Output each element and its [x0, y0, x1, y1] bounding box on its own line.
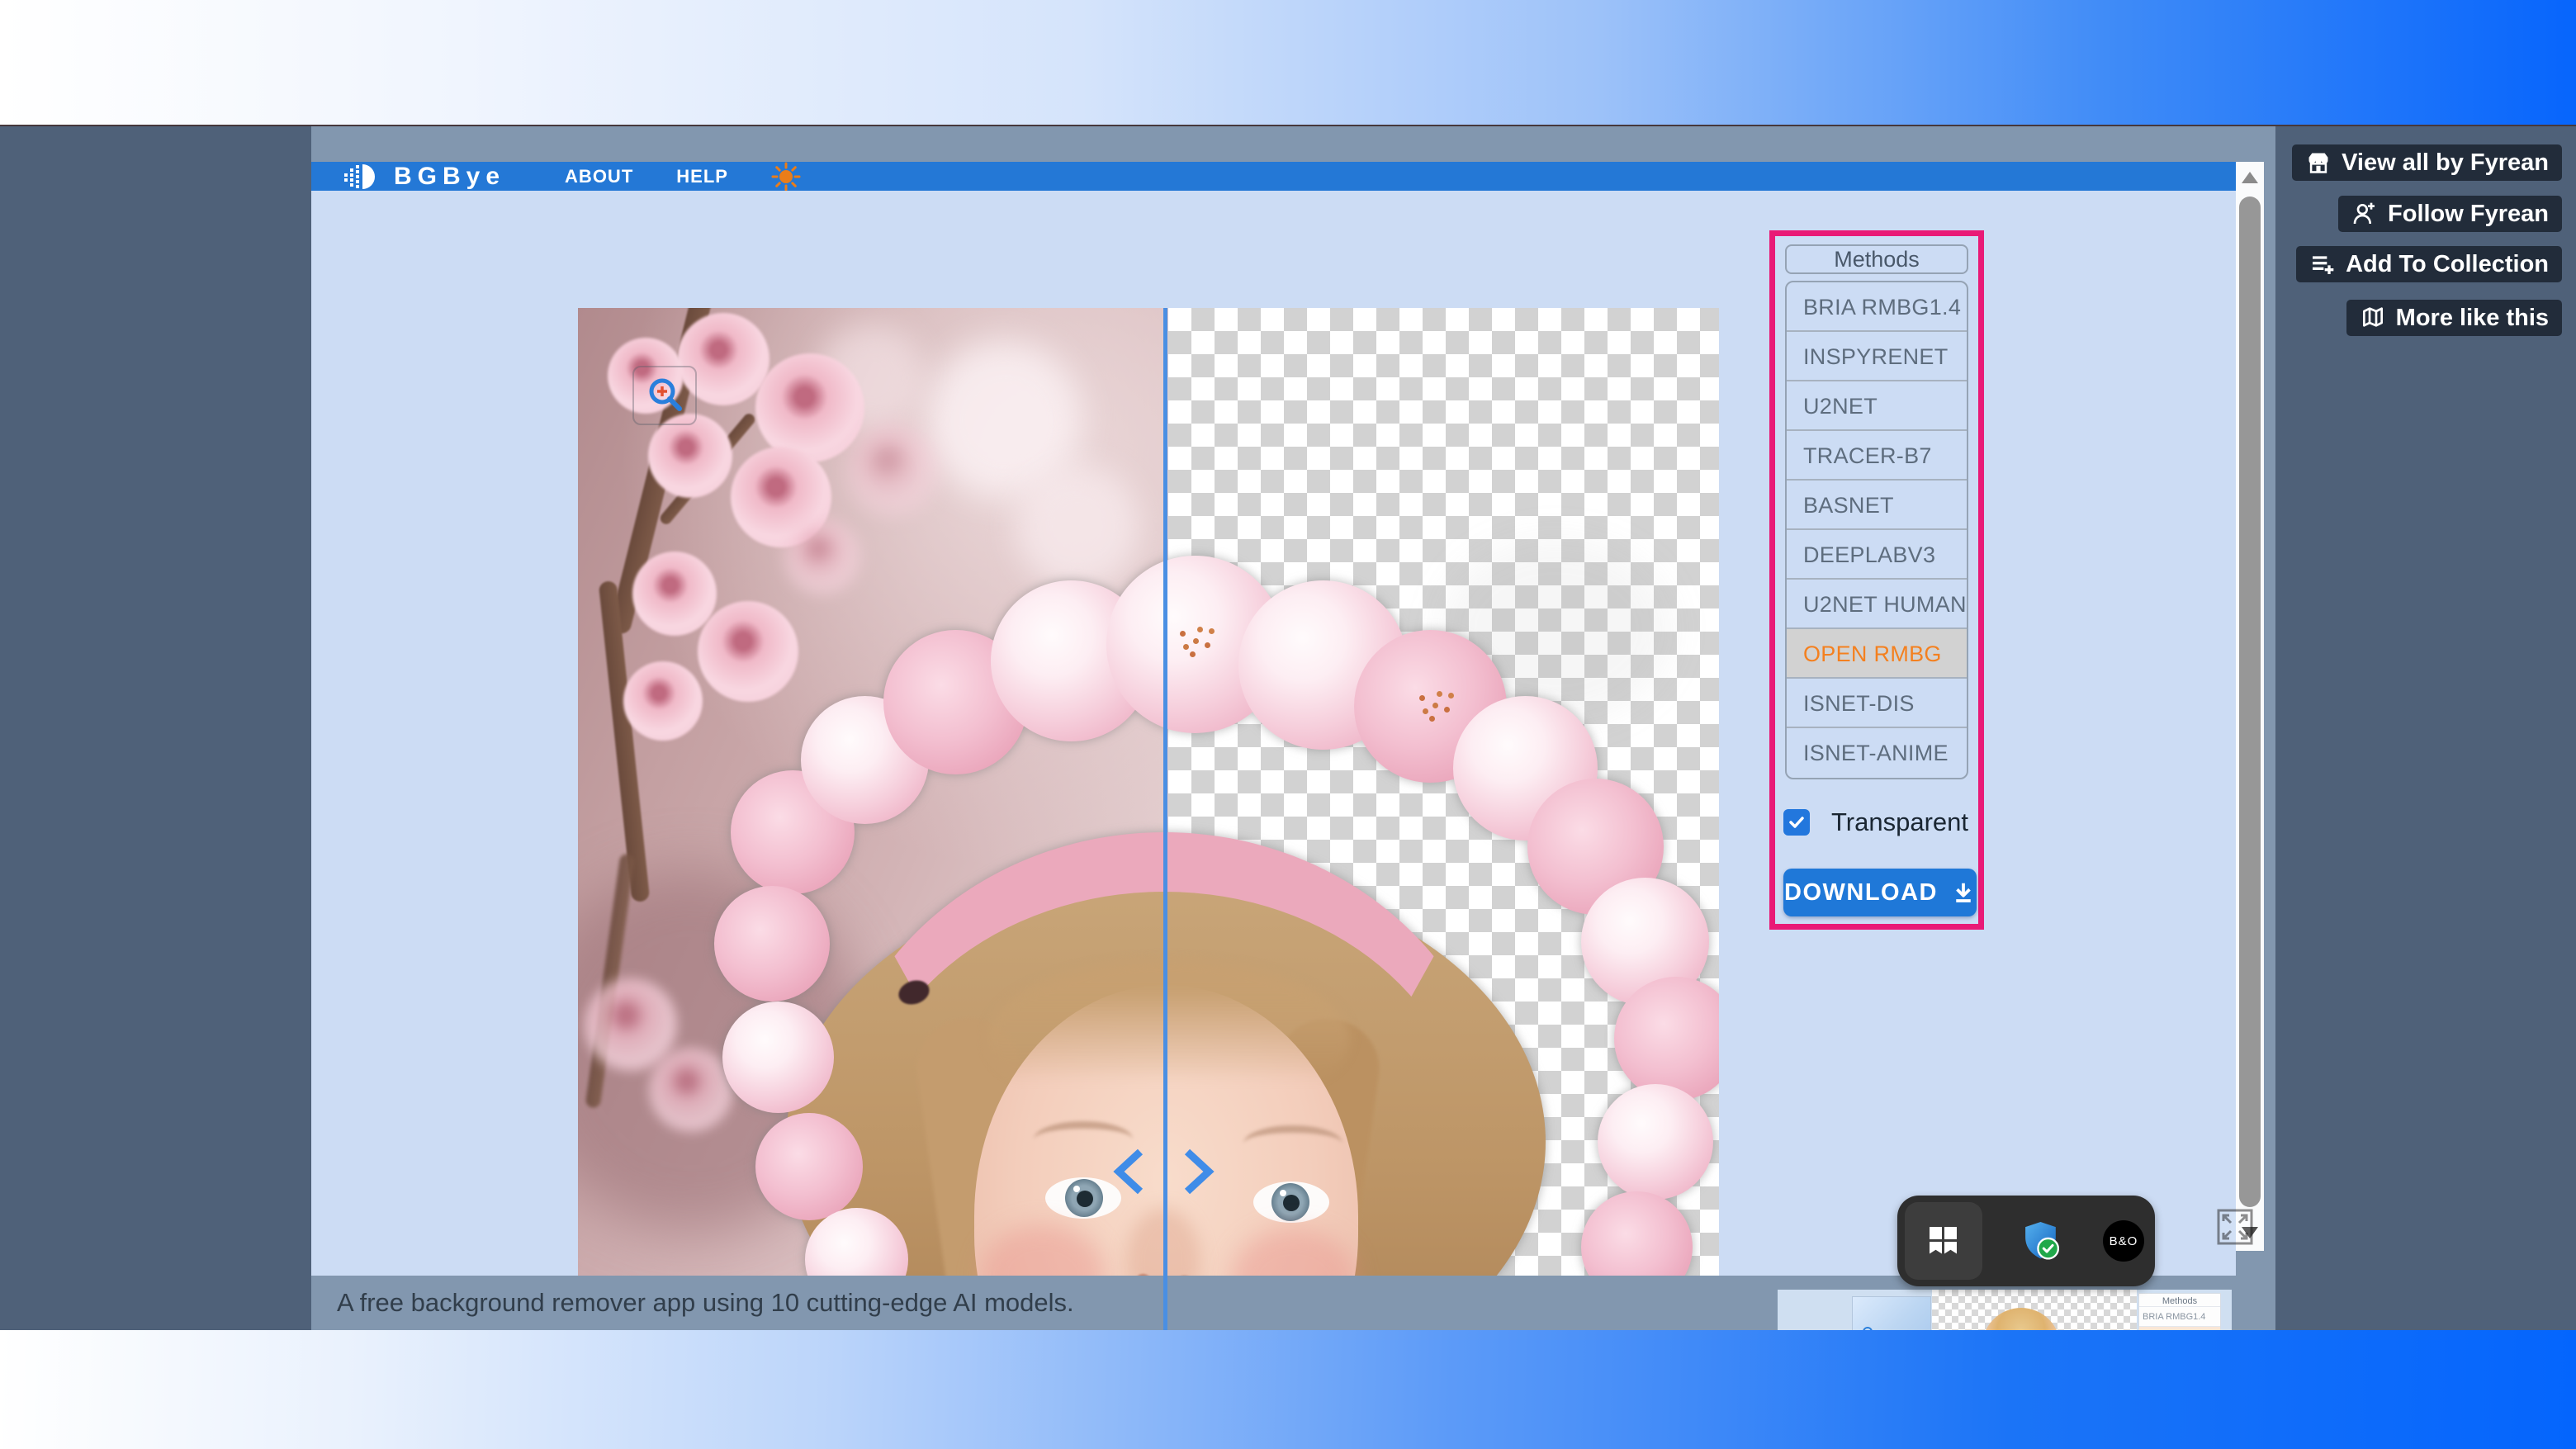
windows-security-icon: [2020, 1219, 2063, 1262]
more-like-this-button[interactable]: More like this: [2346, 300, 2562, 336]
checkmark-icon: [1787, 812, 1807, 832]
sun-icon: [771, 162, 801, 192]
list-add-icon: [2309, 251, 2336, 277]
theme-toggle[interactable]: [771, 162, 801, 192]
expand-icon: [2215, 1207, 2255, 1247]
method-option-tracer[interactable]: TRACER-B7: [1787, 431, 1967, 481]
storefront-icon: [2305, 151, 2332, 174]
bang-olufsen-icon: B&O: [2110, 1234, 2138, 1248]
comparison-viewer[interactable]: [578, 308, 1719, 1334]
method-option-u2net[interactable]: U2NET: [1787, 381, 1967, 431]
follow-button[interactable]: Follow Fyrean: [2338, 196, 2562, 232]
compare-slider-line[interactable]: [1163, 308, 1167, 1334]
method-option-isnet-dis[interactable]: ISNET-DIS: [1787, 679, 1967, 728]
method-option-deeplabv3[interactable]: DEEPLABV3: [1787, 530, 1967, 580]
pinned-app-icon: [1930, 1227, 1958, 1256]
pinned-app-button[interactable]: [1905, 1202, 1982, 1280]
zoom-control[interactable]: [632, 366, 697, 425]
bgbye-logo-icon: [343, 163, 387, 190]
page-root: BGBye ABOUT HELP: [0, 0, 2576, 1449]
bottom-gradient-banner: [0, 1330, 2576, 1449]
method-option-isnet-anime[interactable]: ISNET-ANIME: [1787, 728, 1967, 778]
method-option-open-rmbg[interactable]: OPEN RMBG: [1787, 629, 1967, 679]
transparent-checkbox-row[interactable]: Transparent: [1783, 807, 1968, 837]
method-option-u2net-human[interactable]: U2NET HUMAN: [1787, 580, 1967, 629]
app-description: A free background remover app using 10 c…: [337, 1288, 1074, 1318]
bgbye-app-frame: BGBye ABOUT HELP: [311, 126, 2275, 1330]
map-icon: [2360, 305, 2386, 331]
app-content-area: Methods BRIA RMBG1.4 INSPYRENET U2NET TR…: [311, 191, 2236, 1276]
fullscreen-button[interactable]: [2215, 1207, 2255, 1247]
windows-security-button[interactable]: [2020, 1219, 2063, 1262]
download-label: DOWNLOAD: [1784, 879, 1938, 907]
magnifier-icon: [646, 376, 689, 419]
nav-about[interactable]: ABOUT: [565, 166, 633, 187]
add-to-collection-label: Add To Collection: [2346, 251, 2549, 278]
nav-help[interactable]: HELP: [676, 166, 728, 187]
right-eye: [1253, 1181, 1329, 1223]
slider-left-chevron[interactable]: [1109, 1147, 1150, 1196]
more-like-this-label: More like this: [2396, 305, 2549, 332]
methods-panel-title: Methods: [1785, 244, 1968, 274]
transparent-label: Transparent: [1831, 807, 1968, 837]
thumbnail-methods-title: Methods: [2139, 1294, 2220, 1306]
download-button[interactable]: DOWNLOAD: [1783, 869, 1977, 916]
app-header: BGBye ABOUT HELP: [311, 162, 2236, 191]
scrollbar-up-arrow[interactable]: [2242, 172, 2258, 183]
methods-panel: Methods BRIA RMBG1.4 INSPYRENET U2NET TR…: [1769, 230, 1984, 930]
follow-label: Follow Fyrean: [2388, 201, 2549, 228]
thumbnail-method-row: BRIA RMBG1.4: [2139, 1306, 2220, 1326]
method-option-bria[interactable]: BRIA RMBG1.4: [1787, 282, 1967, 332]
scrollbar-thumb[interactable]: [2239, 197, 2261, 1207]
top-gradient-banner: [0, 0, 2576, 126]
app-title: BGBye: [394, 163, 505, 191]
view-all-label: View all by Fyrean: [2342, 149, 2549, 177]
bang-olufsen-button[interactable]: B&O: [2103, 1220, 2144, 1262]
app-logo[interactable]: BGBye: [343, 163, 505, 191]
method-option-basnet[interactable]: BASNET: [1787, 481, 1967, 530]
person-add-icon: [2351, 201, 2378, 227]
transparent-checkbox[interactable]: [1783, 809, 1810, 836]
method-option-inspyrenet[interactable]: INSPYRENET: [1787, 332, 1967, 381]
scrollbar[interactable]: [2236, 162, 2264, 1251]
slider-right-chevron[interactable]: [1177, 1147, 1219, 1196]
floating-taskbar: B&O: [1897, 1196, 2155, 1286]
download-icon: [1951, 880, 1976, 905]
add-to-collection-button[interactable]: Add To Collection: [2296, 246, 2562, 282]
view-all-button[interactable]: View all by Fyrean: [2292, 144, 2562, 181]
methods-list: BRIA RMBG1.4 INSPYRENET U2NET TRACER-B7 …: [1785, 281, 1968, 779]
